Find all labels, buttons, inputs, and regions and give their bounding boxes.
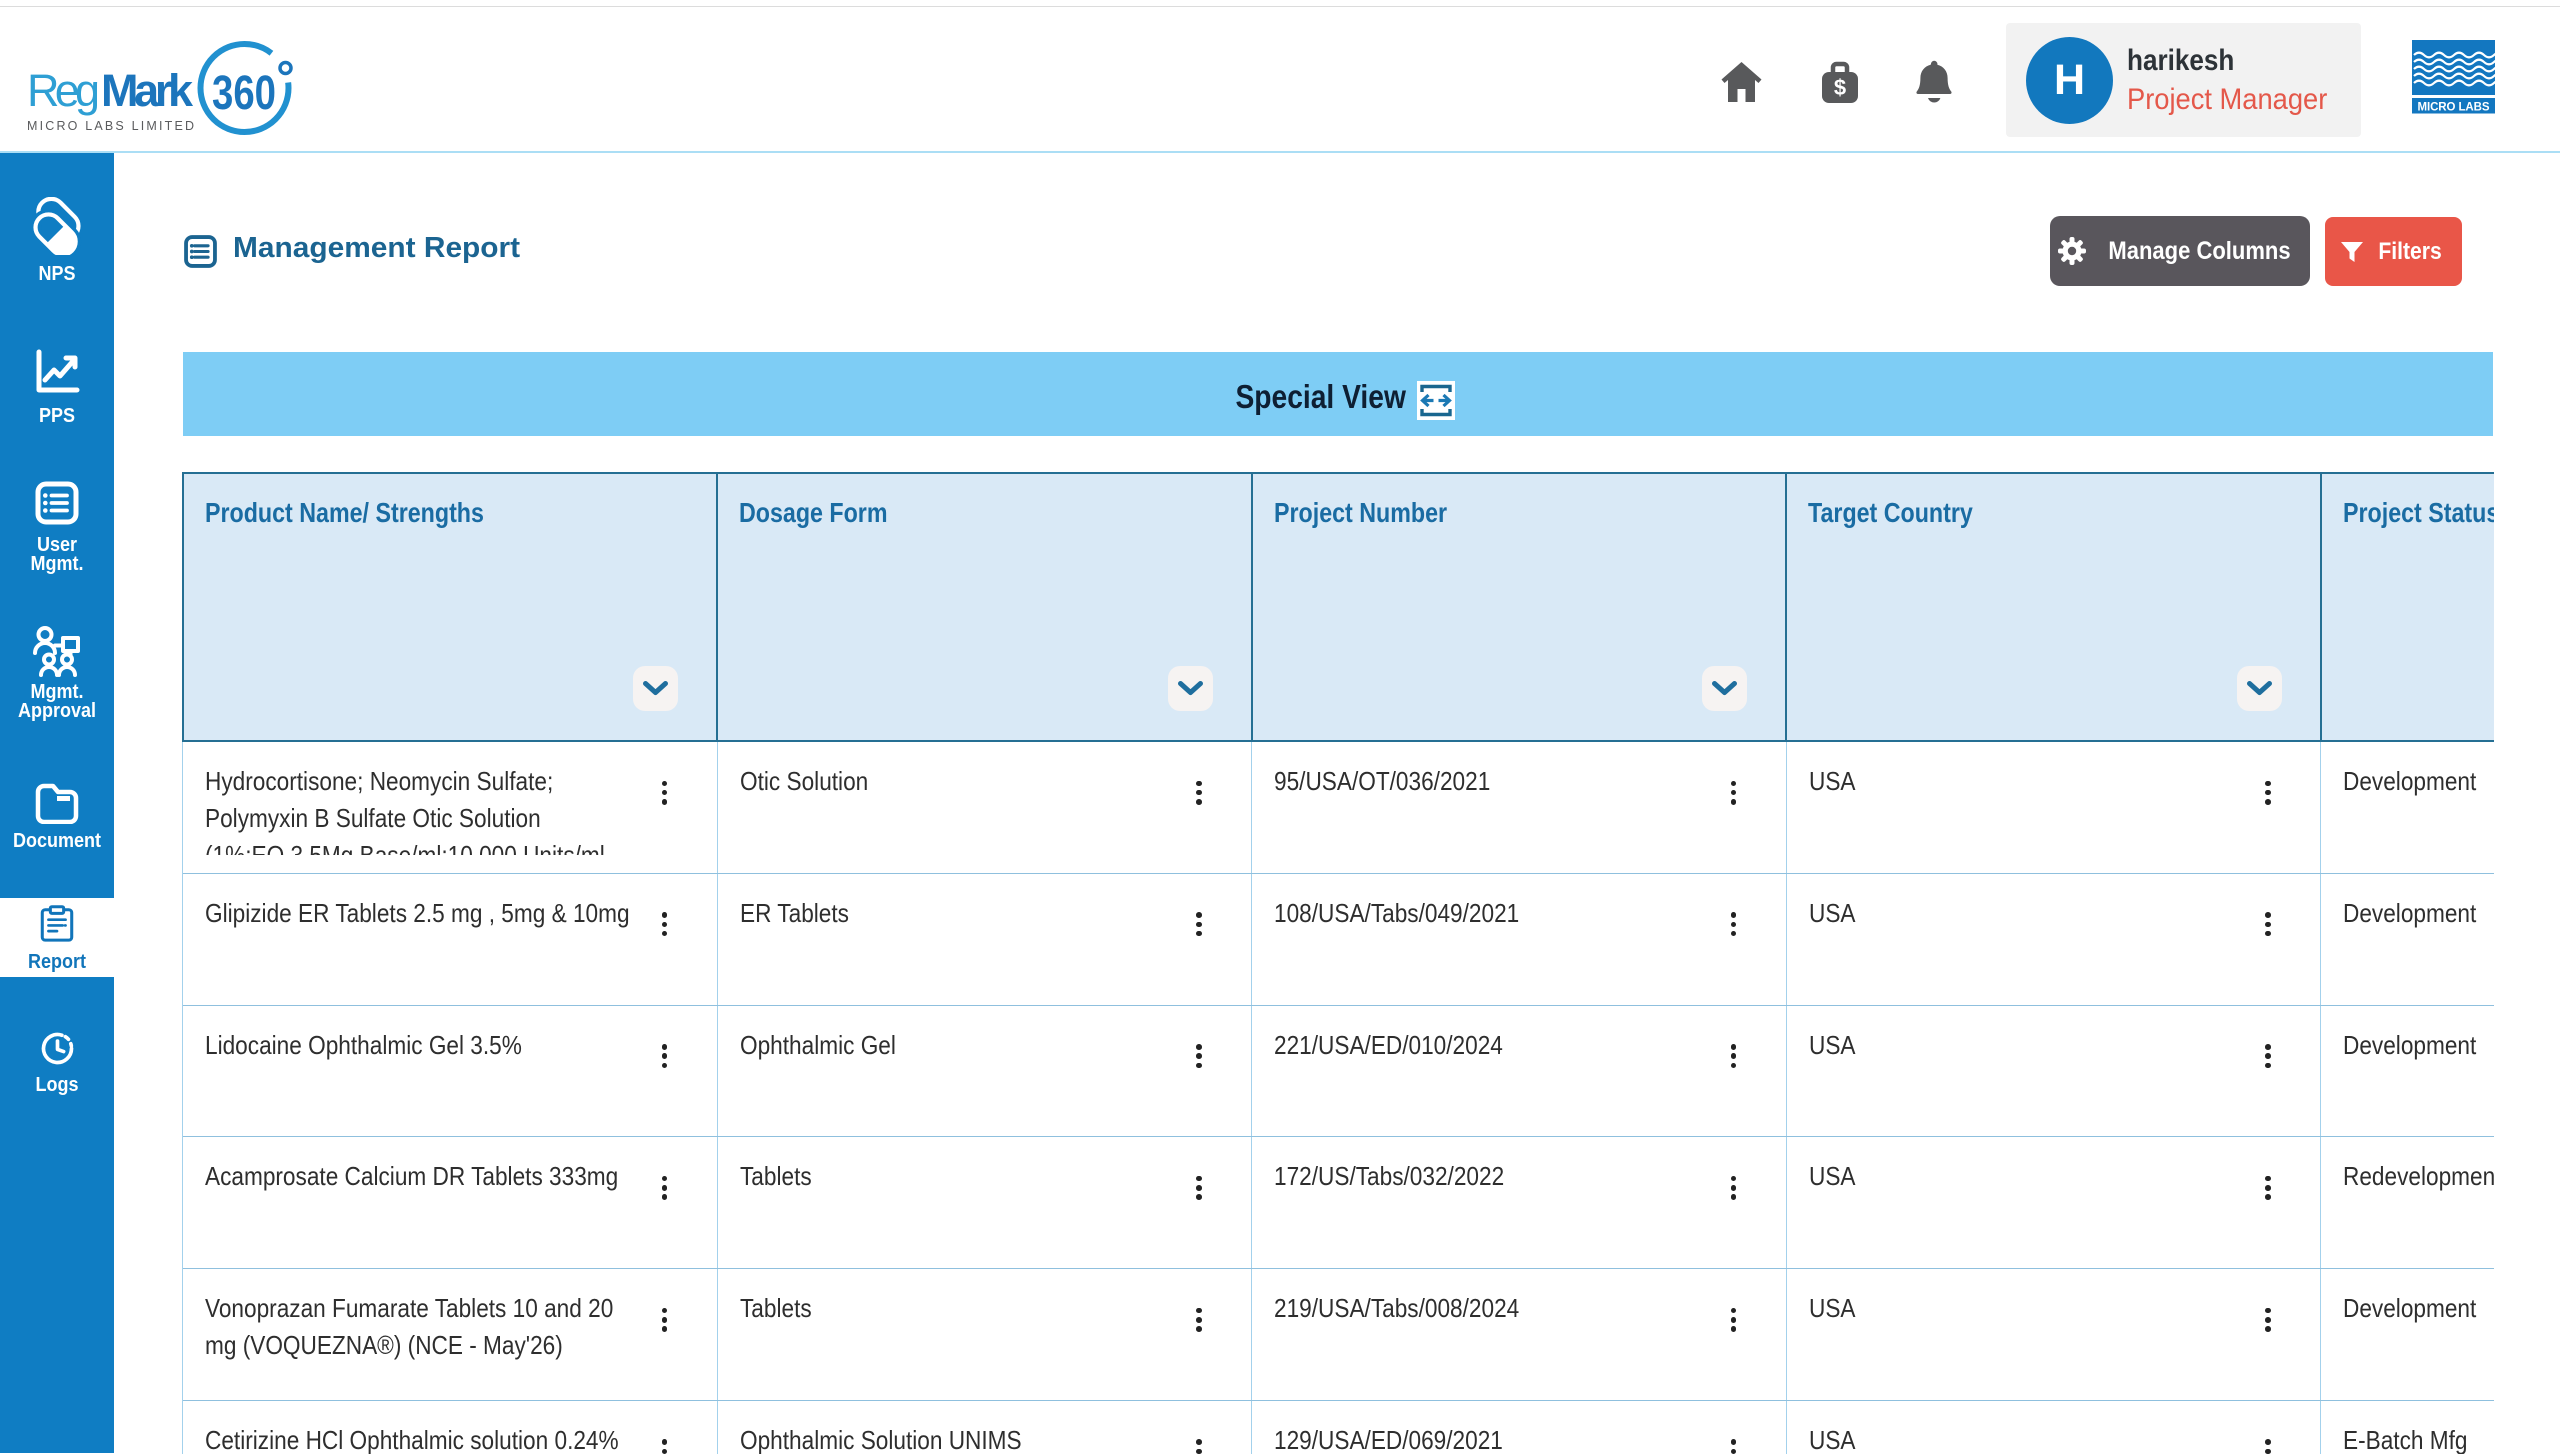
svg-text:360: 360 bbox=[212, 67, 276, 120]
svg-text:MICRO LABS: MICRO LABS bbox=[2418, 102, 2490, 114]
svg-text:Reg: Reg bbox=[27, 65, 100, 116]
svg-text:$: $ bbox=[1834, 75, 1846, 100]
svg-text:Mark: Mark bbox=[101, 65, 194, 116]
svg-text:MICRO LABS LIMITED: MICRO LABS LIMITED bbox=[27, 119, 194, 133]
